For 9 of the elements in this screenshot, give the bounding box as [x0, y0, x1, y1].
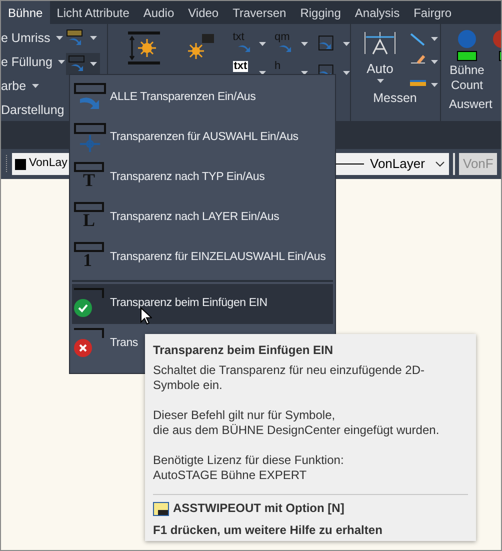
tooltip-text: Dieser Befehl gilt nur für Symbole, die aus dem BÜHNE DesignCenter eingefügt wurden. [153, 408, 440, 438]
panel-title: Messen [373, 90, 417, 106]
command-name: ASSTWIPEOUT mit Option [N] [173, 501, 344, 516]
panel-title: Auswert [449, 96, 494, 113]
panel-title: Darstellung [1, 102, 66, 119]
help-hint: F1 drücken, um weitere Hilfe zu erhalten [153, 523, 384, 538]
tooltip-text: Schaltet die Transparenz für neu einzufügende 2D-Symbole ein. [153, 363, 426, 393]
tooltip-title: Transparenz beim Einfügen EIN [153, 343, 334, 358]
tooltip-text: Benötigte Lizenz für diese Funktion: AutoSTAGE Bühne EXPERT [153, 453, 345, 483]
